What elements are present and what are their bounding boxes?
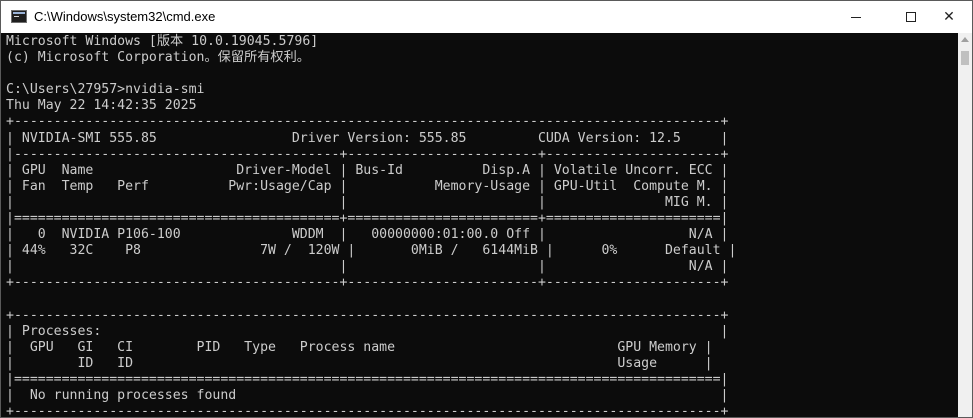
window-title: C:\Windows\system32\cmd.exe xyxy=(34,9,216,24)
scroll-thumb[interactable] xyxy=(961,51,969,65)
console-line: +---------------------------------------… xyxy=(6,114,729,130)
console-line: +---------------------------------------… xyxy=(6,307,729,323)
minimize-button[interactable] xyxy=(833,1,879,33)
console-output[interactable]: Microsoft Windows [版本 10.0.19045.5796] (… xyxy=(1,33,958,417)
console-line: |---------------------------------------… xyxy=(6,146,729,162)
console-line: | 44% 32C P8 7W / 120W | 0MiB / 6144MiB … xyxy=(6,243,737,259)
console-line: Microsoft Windows [版本 10.0.19045.5796] xyxy=(6,34,319,49)
console-line: | Fan Temp Perf Pwr:Usage/Cap | Memory-U… xyxy=(6,178,729,194)
console-line: | NVIDIA-SMI 555.85 Driver Version: 555.… xyxy=(6,130,729,146)
console-line: | No running processes found | xyxy=(6,388,729,404)
maximize-icon xyxy=(906,12,916,22)
close-icon: ✕ xyxy=(943,9,955,25)
console-line: Thu May 22 14:42:35 2025 xyxy=(6,98,197,114)
console-line: | 0 NVIDIA P106-100 WDDM | 00000000:01:0… xyxy=(6,227,729,243)
cmd-window: C:\Windows\system32\cmd.exe ✕ Microsoft … xyxy=(0,0,973,418)
title-bar[interactable]: C:\Windows\system32\cmd.exe ✕ xyxy=(1,1,972,33)
console-line: | GPU Name Driver-Model | Bus-Id Disp.A … xyxy=(6,162,729,178)
console-line: | | | N/A | xyxy=(6,259,729,275)
console-line: | | | MIG M. | xyxy=(6,194,729,210)
console-line: +---------------------------------------… xyxy=(6,404,729,417)
scroll-up-icon[interactable] xyxy=(961,37,969,42)
console-line: +---------------------------------------… xyxy=(6,275,729,291)
close-button[interactable]: ✕ xyxy=(926,1,972,33)
console-line: |=======================================… xyxy=(6,371,729,387)
cmd-icon[interactable] xyxy=(11,10,27,23)
vertical-scrollbar[interactable] xyxy=(958,33,972,417)
console-text: Microsoft Windows [版本 10.0.19045.5796] (… xyxy=(6,34,736,417)
console-line: | ID ID Usage | xyxy=(6,355,713,371)
console-line: C:\Users\27957>nvidia-smi xyxy=(6,82,205,98)
console-line: |=======================================… xyxy=(6,211,729,227)
minimize-icon xyxy=(851,16,861,18)
console-line: | Processes: | xyxy=(6,323,729,339)
console-line: | GPU GI CI PID Type Process name GPU Me… xyxy=(6,339,713,355)
console-line: (c) Microsoft Corporation。保留所有权利。 xyxy=(6,50,310,66)
